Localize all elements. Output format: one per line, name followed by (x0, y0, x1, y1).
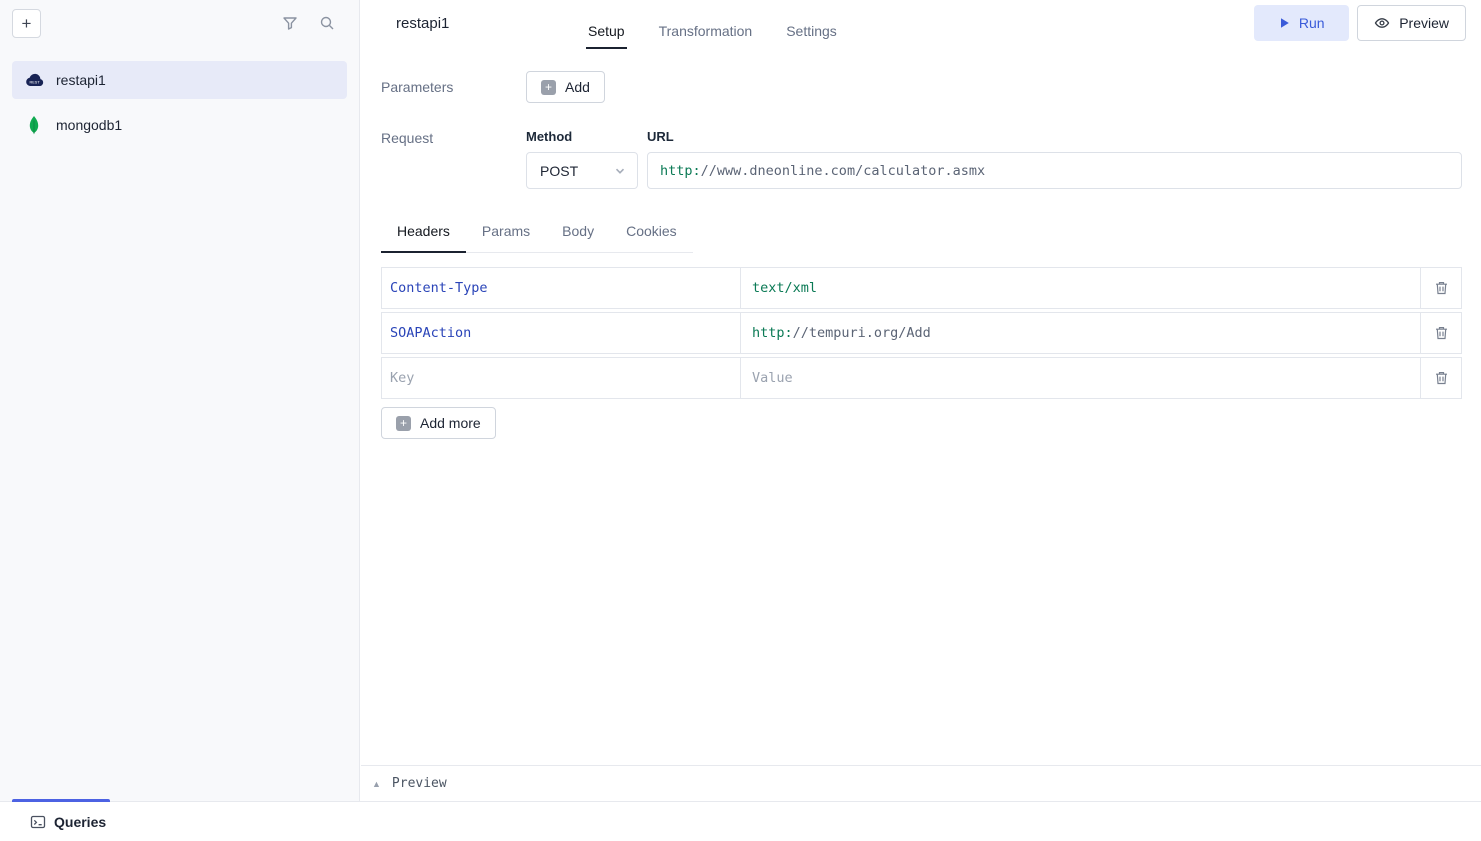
preview-panel-label: Preview (392, 776, 447, 791)
plus-icon: + (396, 416, 411, 431)
header-value-field[interactable]: text/xml (740, 267, 1421, 309)
tab-transformation[interactable]: Transformation (657, 23, 755, 49)
key-input[interactable] (390, 358, 732, 398)
header-value-rest: //tempuri.org/Add (793, 325, 931, 341)
trash-icon (1435, 281, 1448, 295)
header-value-field[interactable]: http://tempuri.org/Add (740, 312, 1421, 354)
header-value-text: text/xml (752, 280, 817, 296)
bottom-bar: Queries (0, 801, 1481, 841)
method-label: Method (526, 129, 638, 144)
header-value-field[interactable] (740, 357, 1421, 399)
collapse-up-icon: ▲ (372, 779, 381, 789)
sidebar-item-label: mongodb1 (56, 117, 122, 133)
active-tab-indicator (12, 799, 110, 802)
rest-api-icon: REST (23, 72, 45, 88)
sidebar-toolbar: + (0, 0, 359, 46)
run-button-label: Run (1299, 15, 1325, 31)
parameters-label: Parameters (381, 79, 526, 95)
tab-params[interactable]: Params (466, 213, 546, 252)
filter-icon[interactable] (282, 15, 298, 31)
url-rest: //www.dneonline.com/calculator.asmx (701, 163, 985, 179)
parameters-row: Parameters + Add (381, 71, 1462, 103)
queries-icon (30, 814, 46, 830)
header-key-field[interactable] (381, 357, 741, 399)
preview-button[interactable]: Preview (1357, 5, 1466, 41)
svg-text:REST: REST (30, 81, 41, 85)
main-panel: restapi1 Setup Transformation Settings R… (361, 0, 1481, 765)
eye-icon (1374, 15, 1390, 31)
mongodb-icon (23, 115, 45, 135)
trash-icon (1435, 326, 1448, 340)
add-query-button[interactable]: + (12, 9, 41, 38)
sidebar-item-restapi1[interactable]: REST restapi1 (12, 61, 347, 99)
run-button[interactable]: Run (1254, 5, 1349, 41)
page-title: restapi1 (396, 15, 449, 32)
query-list: REST restapi1 mongodb1 (0, 46, 359, 144)
tab-cookies[interactable]: Cookies (610, 213, 693, 252)
sidebar-item-mongodb1[interactable]: mongodb1 (12, 106, 347, 144)
tab-queries[interactable]: Queries (30, 814, 106, 830)
value-input[interactable] (752, 358, 1409, 398)
table-row: SOAPAction http://tempuri.org/Add (381, 312, 1462, 354)
tab-headers[interactable]: Headers (381, 213, 466, 253)
url-column: URL http://www.dneonline.com/calculator.… (647, 129, 1462, 189)
preview-panel-toggle[interactable]: ▲ Preview (361, 765, 1481, 801)
url-input[interactable]: http://www.dneonline.com/calculator.asmx (647, 152, 1462, 189)
header-key-field[interactable]: Content-Type (381, 267, 741, 309)
request-label: Request (381, 129, 526, 146)
request-row: Request Method POST URL http://www.dneon… (381, 129, 1462, 189)
add-more-button[interactable]: + Add more (381, 407, 496, 439)
delete-row-button[interactable] (1420, 267, 1462, 309)
url-scheme: http: (660, 163, 701, 179)
tab-settings[interactable]: Settings (784, 23, 839, 49)
plus-icon: + (541, 80, 556, 95)
search-icon[interactable] (319, 15, 335, 31)
sidebar-item-label: restapi1 (56, 72, 106, 88)
delete-row-button[interactable] (1420, 357, 1462, 399)
request-tabs: Headers Params Body Cookies (381, 213, 693, 253)
tab-body[interactable]: Body (546, 213, 610, 252)
tab-setup[interactable]: Setup (586, 23, 627, 49)
sidebar: + REST restapi1 (0, 0, 360, 801)
header-key-text: SOAPAction (390, 325, 471, 341)
setup-content: Parameters + Add Request Method POST (361, 55, 1481, 439)
queries-label: Queries (54, 814, 106, 830)
url-label: URL (647, 129, 1462, 144)
preview-button-label: Preview (1399, 15, 1449, 31)
add-more-label: Add more (420, 415, 481, 431)
add-parameter-button[interactable]: + Add (526, 71, 605, 103)
header-value-scheme: http: (752, 325, 793, 341)
header-tabs: Setup Transformation Settings (586, 0, 839, 49)
headers-table: Content-Type text/xml SOAPAction (381, 267, 1462, 399)
delete-row-button[interactable] (1420, 312, 1462, 354)
play-icon (1279, 17, 1290, 29)
header-key-field[interactable]: SOAPAction (381, 312, 741, 354)
table-row: Content-Type text/xml (381, 267, 1462, 309)
method-column: Method POST (526, 129, 638, 189)
method-value: POST (540, 163, 578, 179)
add-parameter-label: Add (565, 79, 590, 95)
trash-icon (1435, 371, 1448, 385)
table-row (381, 357, 1462, 399)
header-key-text: Content-Type (390, 280, 488, 296)
main-header: restapi1 Setup Transformation Settings R… (361, 0, 1481, 55)
method-select[interactable]: POST (526, 152, 638, 189)
chevron-down-icon (613, 164, 627, 178)
header-actions: Run Preview (1254, 5, 1466, 41)
